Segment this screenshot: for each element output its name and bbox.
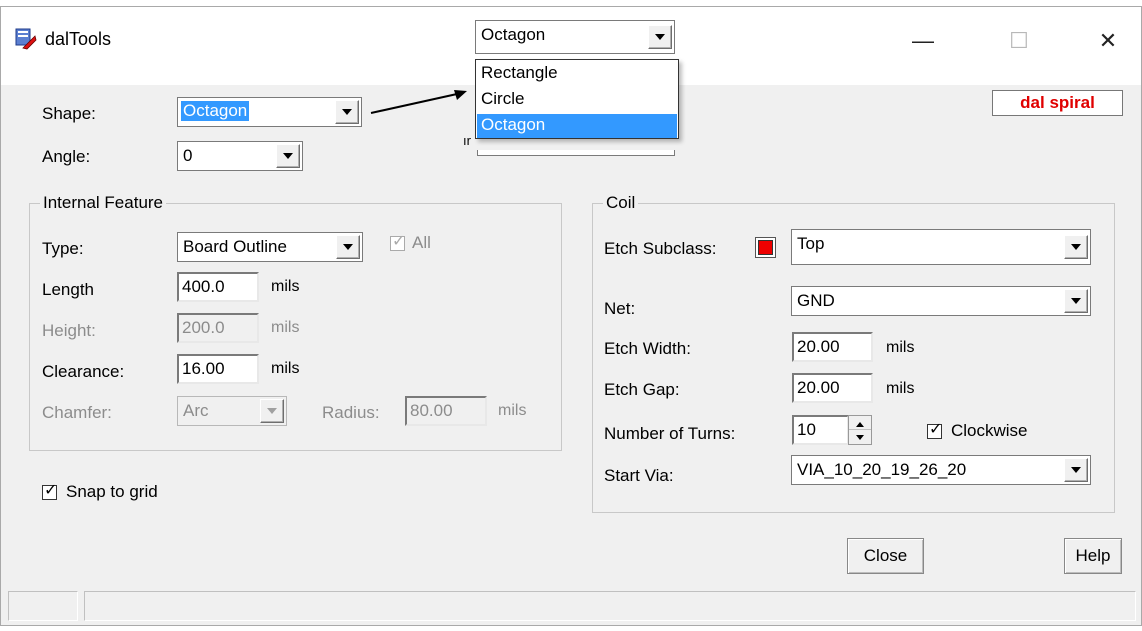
hidden-label-fragment: ır	[463, 133, 471, 148]
start-via-select[interactable]: VIA_10_20_19_26_20	[791, 455, 1091, 485]
shape-popup-dropdown-arrow-icon[interactable]	[648, 25, 672, 49]
net-select[interactable]: GND	[791, 286, 1091, 316]
net-label: Net:	[604, 299, 636, 318]
etch-width-input[interactable]: 20.00	[792, 332, 873, 362]
chamfer-label: Chamfer:	[42, 403, 112, 422]
angle-dropdown-arrow-icon[interactable]	[276, 144, 300, 168]
radius-value: 80.00	[410, 401, 453, 420]
checkmark-icon: ✓	[392, 233, 406, 250]
length-label: Length	[42, 280, 94, 299]
height-unit: mils	[271, 319, 300, 336]
type-dropdown-arrow-icon[interactable]	[336, 235, 360, 259]
length-input[interactable]: 400.0	[177, 272, 259, 302]
shape-popup-select[interactable]: Octagon	[475, 20, 675, 54]
number-of-turns-input[interactable]: 10	[792, 415, 849, 445]
spin-up-button[interactable]	[849, 416, 871, 430]
radius-input[interactable]: 80.00	[405, 396, 487, 426]
type-select[interactable]: Board Outline	[177, 232, 363, 262]
spin-down-button[interactable]	[849, 430, 871, 444]
radius-unit: mils	[498, 402, 527, 419]
clearance-value: 16.00	[182, 359, 225, 378]
checkmark-icon: ✓	[44, 482, 58, 499]
etch-gap-label: Etch Gap:	[604, 380, 680, 399]
etch-subclass-value: Top	[797, 234, 825, 253]
etch-subclass-label: Etch Subclass:	[604, 239, 717, 258]
height-label: Height:	[42, 321, 96, 340]
clearance-label: Clearance:	[42, 362, 125, 381]
clearance-unit: mils	[271, 360, 300, 377]
spin-down-icon	[856, 435, 864, 440]
etch-width-value: 20.00	[797, 337, 840, 356]
shape-dropdown-arrow-icon[interactable]	[335, 100, 359, 124]
maximize-button[interactable]: ☐	[1004, 27, 1034, 57]
status-cell-main	[84, 591, 1136, 621]
daltools-app-icon	[15, 28, 37, 50]
length-value: 400.0	[182, 277, 225, 296]
all-checkbox[interactable]: ✓	[390, 233, 406, 251]
internal-feature-title: Internal Feature	[40, 193, 167, 213]
etch-gap-input[interactable]: 20.00	[792, 373, 873, 403]
start-via-dropdown-arrow-icon[interactable]	[1064, 458, 1088, 482]
etch-gap-value: 20.00	[797, 378, 840, 397]
shape-label: Shape:	[42, 104, 96, 123]
close-button[interactable]: Close	[847, 538, 924, 574]
shape-option-circle[interactable]: Circle	[477, 88, 677, 112]
shape-option-rectangle[interactable]: Rectangle	[477, 62, 677, 86]
net-dropdown-arrow-icon[interactable]	[1064, 289, 1088, 313]
etch-subclass-select[interactable]: Top	[791, 229, 1091, 265]
etch-gap-unit: mils	[886, 380, 915, 397]
shape-option-octagon[interactable]: Octagon	[477, 114, 677, 138]
clockwise-label: Clockwise	[951, 421, 1028, 440]
angle-label: Angle:	[42, 147, 91, 166]
hidden-control-edge	[477, 150, 675, 156]
help-button[interactable]: Help	[1064, 538, 1122, 574]
shape-select-value: Octagon	[181, 101, 250, 121]
height-value: 200.0	[182, 318, 225, 337]
close-window-button[interactable]: ✕	[1093, 27, 1123, 57]
start-via-label: Start Via:	[604, 466, 674, 485]
radius-label: Radius:	[322, 403, 380, 422]
window-title: dalTools	[45, 29, 112, 49]
snap-to-grid-label: Snap to grid	[66, 482, 158, 501]
clearance-input[interactable]: 16.00	[177, 354, 259, 384]
shape-options-list: Rectangle Circle Octagon	[475, 59, 679, 139]
type-select-value: Board Outline	[183, 237, 287, 256]
clockwise-checkbox[interactable]: ✓	[927, 421, 943, 439]
angle-select-value: 0	[183, 146, 193, 165]
snap-to-grid-checkbox[interactable]: ✓	[42, 482, 58, 500]
chamfer-select-value: Arc	[183, 401, 209, 420]
checkmark-icon: ✓	[929, 421, 943, 438]
etch-width-unit: mils	[886, 339, 915, 356]
shape-popup-value: Octagon	[481, 25, 546, 44]
number-of-turns-label: Number of Turns:	[604, 424, 736, 443]
all-label: All	[412, 233, 431, 252]
chamfer-select[interactable]: Arc	[177, 396, 287, 426]
dal-spiral-badge: dal spiral	[992, 90, 1123, 116]
type-label: Type:	[42, 239, 84, 258]
minimize-button[interactable]: —	[908, 27, 938, 57]
start-via-value: VIA_10_20_19_26_20	[797, 460, 967, 479]
angle-select[interactable]: 0	[177, 141, 303, 171]
length-unit: mils	[271, 278, 300, 295]
chamfer-dropdown-arrow-icon[interactable]	[260, 399, 284, 423]
etch-width-label: Etch Width:	[604, 339, 691, 358]
height-input[interactable]: 200.0	[177, 313, 259, 343]
shape-select[interactable]: Octagon	[177, 97, 362, 127]
etch-color-swatch[interactable]	[758, 240, 773, 255]
net-value: GND	[797, 291, 835, 310]
coil-title: Coil	[603, 193, 639, 213]
spin-up-icon	[856, 422, 864, 427]
status-cell-left	[8, 591, 78, 621]
status-bar	[2, 585, 1140, 623]
callout-arrow-icon	[370, 90, 467, 114]
turns-spinner[interactable]	[848, 415, 872, 445]
number-of-turns-value: 10	[797, 420, 816, 439]
etch-subclass-dropdown-arrow-icon[interactable]	[1064, 235, 1088, 259]
